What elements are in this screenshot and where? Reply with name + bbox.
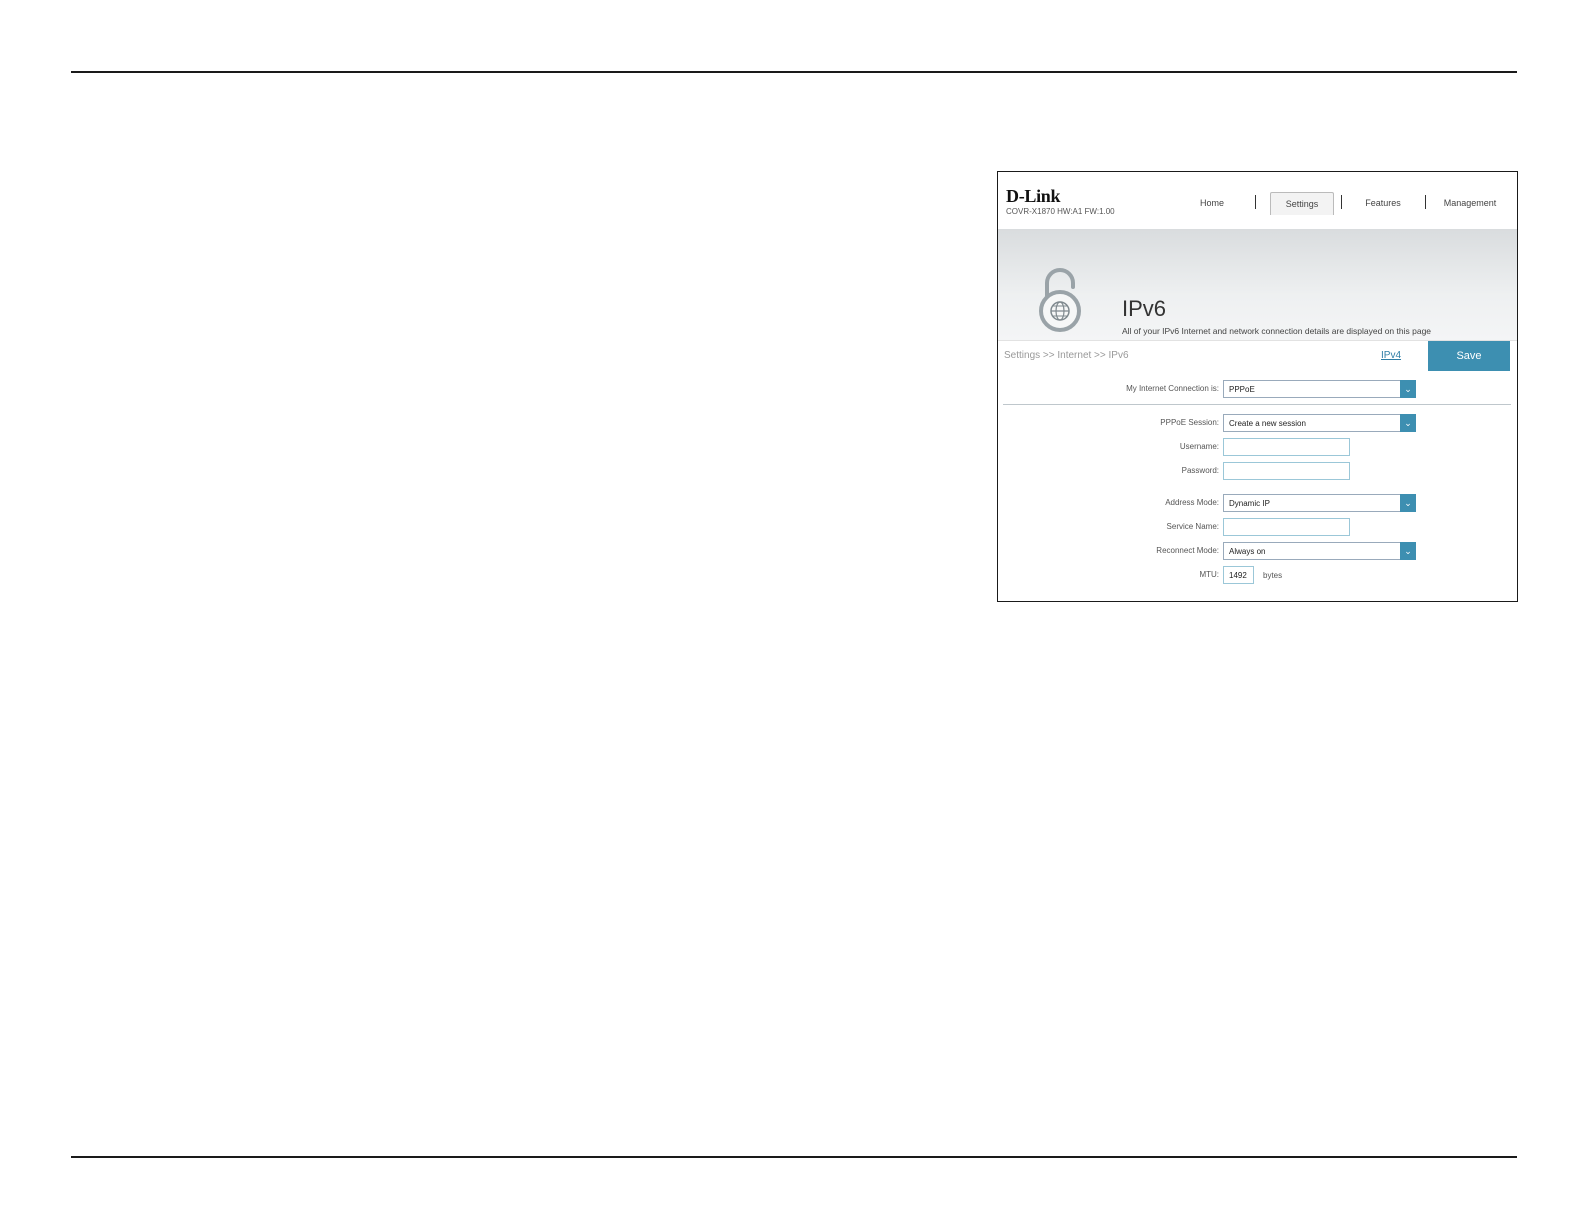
connection-type-value: PPPoE bbox=[1229, 385, 1255, 394]
address-mode-label: Address Mode: bbox=[1165, 498, 1219, 507]
page-banner: IPv6 All of your IPv6 Internet and netwo… bbox=[998, 229, 1517, 340]
address-mode-select[interactable]: Dynamic IP ⌄ bbox=[1223, 494, 1416, 512]
password-row: Password: bbox=[998, 462, 1517, 480]
pppoe-session-row: PPPoE Session: Create a new session ⌄ bbox=[998, 414, 1517, 432]
nav-management[interactable]: Management bbox=[1434, 192, 1506, 214]
page-title: IPv6 bbox=[1122, 296, 1167, 321]
chevron-down-icon[interactable]: ⌄ bbox=[1400, 414, 1416, 432]
mtu-input[interactable]: 1492 bbox=[1223, 566, 1254, 584]
connection-type-row: My Internet Connection is: PPPoE ⌄ bbox=[998, 380, 1517, 398]
service-name-input[interactable] bbox=[1223, 518, 1350, 536]
mtu-label: MTU: bbox=[1199, 570, 1219, 579]
reconnect-mode-value: Always on bbox=[1229, 547, 1266, 556]
pppoe-session-value: Create a new session bbox=[1229, 419, 1306, 428]
page-top-rule bbox=[71, 71, 1517, 73]
username-input[interactable] bbox=[1223, 438, 1350, 456]
connection-type-select[interactable]: PPPoE ⌄ bbox=[1223, 380, 1416, 398]
username-label: Username: bbox=[1179, 442, 1219, 451]
chevron-down-icon[interactable]: ⌄ bbox=[1400, 542, 1416, 560]
lock-globe-icon bbox=[1039, 268, 1081, 332]
reconnect-mode-row: Reconnect Mode: Always on ⌄ bbox=[998, 542, 1517, 560]
password-label: Password: bbox=[1181, 466, 1219, 475]
brand-logo: D-Link bbox=[1006, 186, 1061, 206]
page-description: All of your IPv6 Internet and network co… bbox=[1122, 326, 1432, 336]
service-name-row: Service Name: bbox=[998, 518, 1517, 536]
password-input[interactable] bbox=[1223, 462, 1350, 480]
page-bottom-rule bbox=[71, 1156, 1517, 1158]
connection-type-label: My Internet Connection is: bbox=[1126, 384, 1219, 393]
nav-settings[interactable]: Settings bbox=[1270, 192, 1334, 215]
reconnect-mode-label: Reconnect Mode: bbox=[1156, 546, 1219, 555]
pppoe-session-label: PPPoE Session: bbox=[1160, 418, 1219, 427]
breadcrumb-bar: Settings >> Internet >> IPv6 IPv4 Save bbox=[998, 340, 1517, 371]
nav-features[interactable]: Features bbox=[1356, 192, 1410, 214]
model-info: COVR-X1870 HW:A1 FW:1.00 bbox=[1006, 207, 1115, 216]
service-name-label: Service Name: bbox=[1166, 522, 1219, 531]
mtu-unit: bytes bbox=[1263, 571, 1283, 580]
mtu-row: MTU: 1492 bytes bbox=[998, 566, 1517, 584]
section-divider bbox=[1003, 404, 1511, 405]
pppoe-session-select[interactable]: Create a new session ⌄ bbox=[1223, 414, 1416, 432]
nav-home[interactable]: Home bbox=[1190, 192, 1234, 214]
username-row: Username: bbox=[998, 438, 1517, 456]
chevron-down-icon[interactable]: ⌄ bbox=[1400, 494, 1416, 512]
router-ui-screenshot: D-Link COVR-X1870 HW:A1 FW:1.00 Home Set… bbox=[997, 171, 1518, 602]
chevron-down-icon[interactable]: ⌄ bbox=[1400, 380, 1416, 398]
breadcrumb: Settings >> Internet >> IPv6 bbox=[1004, 350, 1129, 361]
nav-separator bbox=[1255, 195, 1256, 209]
header: D-Link COVR-X1870 HW:A1 FW:1.00 Home Set… bbox=[998, 172, 1517, 229]
reconnect-mode-select[interactable]: Always on ⌄ bbox=[1223, 542, 1416, 560]
ipv4-link[interactable]: IPv4 bbox=[1381, 350, 1401, 361]
address-mode-row: Address Mode: Dynamic IP ⌄ bbox=[998, 494, 1517, 512]
address-mode-value: Dynamic IP bbox=[1229, 499, 1270, 508]
nav-separator bbox=[1341, 195, 1342, 209]
nav-separator bbox=[1425, 195, 1426, 209]
save-button[interactable]: Save bbox=[1428, 341, 1510, 371]
